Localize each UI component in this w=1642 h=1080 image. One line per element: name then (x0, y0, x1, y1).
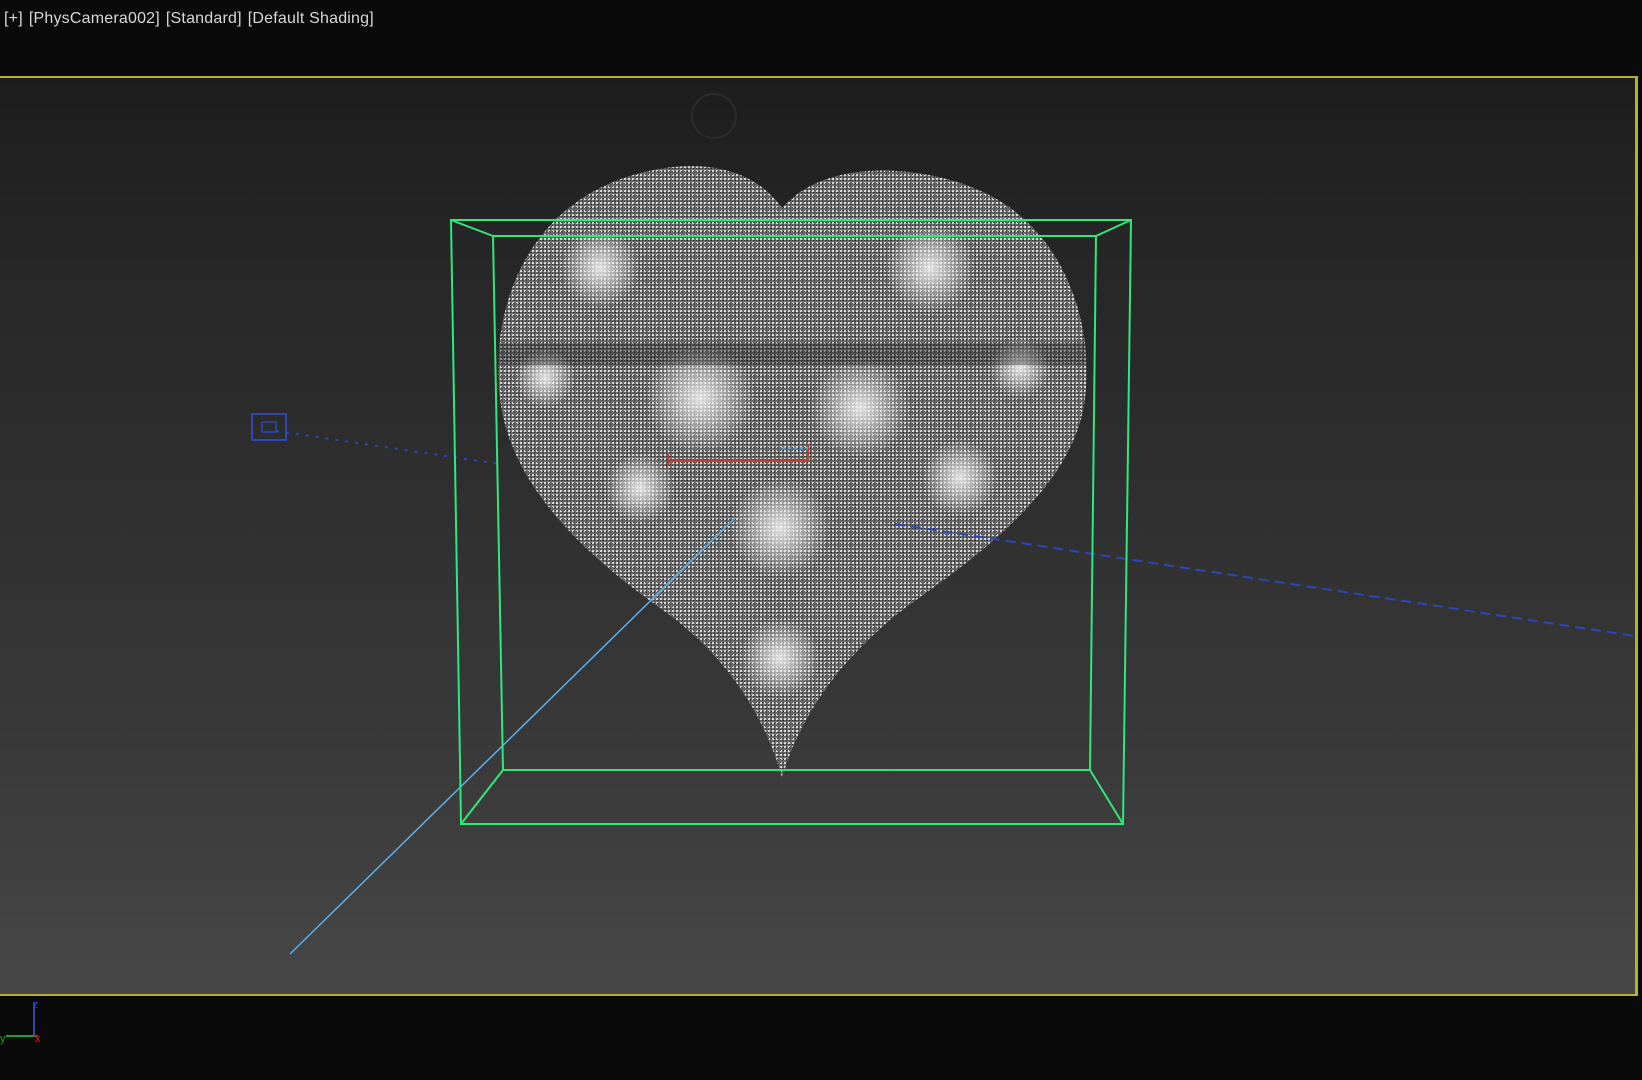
viewport-right-edge (1638, 0, 1642, 1080)
viewport-label-menu: [+] [PhysCamera002] [Standard] [Default … (4, 8, 374, 30)
axis-z-label: z (33, 999, 39, 1011)
navigation-circle-icon[interactable] (691, 93, 737, 139)
viewport-footer-bar: z y x (0, 996, 1642, 1080)
viewport-shading-menu[interactable]: [Default Shading] (248, 10, 374, 28)
viewport-standard-menu[interactable]: [Standard] (166, 10, 242, 28)
axis-y-label: y (0, 1033, 6, 1045)
camera-target-line (275, 430, 501, 465)
camera-icon[interactable] (251, 413, 287, 441)
active-viewport[interactable] (0, 76, 1638, 996)
axis-tripod-icon: z y x (0, 999, 41, 1045)
camera-direction-line (894, 523, 1635, 637)
viewport-scene[interactable] (0, 78, 1635, 994)
target-direction-line (289, 517, 736, 955)
viewport-general-menu[interactable]: [+] (4, 10, 23, 28)
axis-x-label: x (35, 1033, 41, 1045)
viewport-point-of-view-menu[interactable]: [PhysCamera002] (29, 10, 160, 28)
